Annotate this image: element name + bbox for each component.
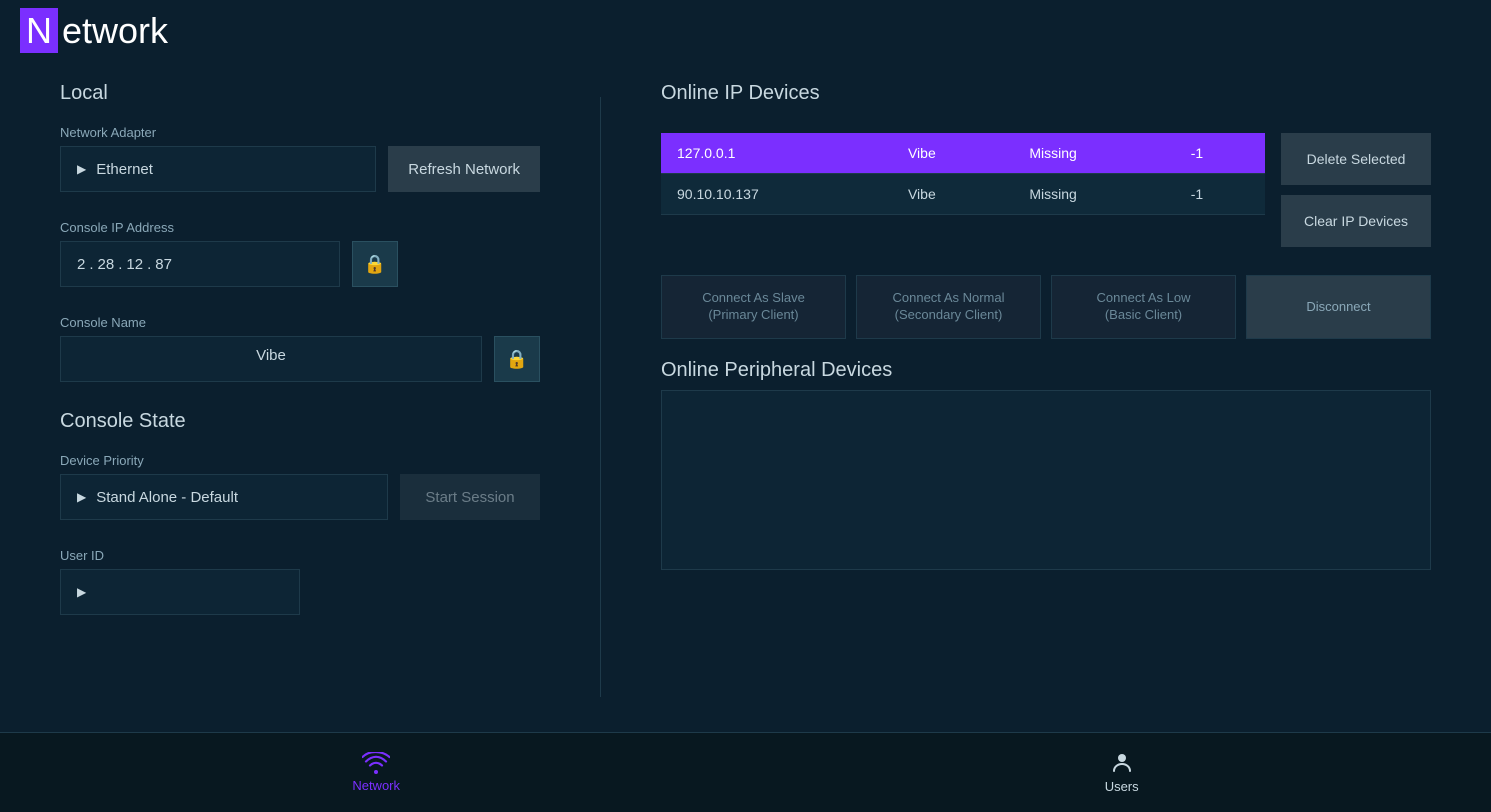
peripheral-title: Online Peripheral Devices (661, 359, 1431, 382)
userid-arrow-icon: ▶ (77, 585, 86, 599)
device-priority-row: ▶ Stand Alone - Default Start Session (60, 474, 540, 520)
value-cell: -1 (1175, 133, 1265, 174)
value-cell: -1 (1175, 174, 1265, 215)
device-priority-label: Device Priority (60, 453, 540, 468)
dropdown-arrow-icon: ▶ (77, 162, 86, 176)
header: Network (0, 0, 1491, 62)
network-adapter-label: Network Adapter (60, 125, 540, 140)
status-cell: Missing (1013, 133, 1174, 174)
ip-side-buttons: Delete Selected Clear IP Devices (1281, 133, 1431, 247)
ip-seg-3: 12 (126, 256, 143, 273)
connect-normal-button[interactable]: Connect As Normal(Secondary Client) (856, 275, 1041, 339)
console-name-section: Console Name Vibe 🔒 (60, 315, 540, 382)
network-adapter-section: Network Adapter ▶ Ethernet Refresh Netwo… (60, 125, 540, 202)
network-adapter-value: Ethernet (96, 161, 153, 178)
device-priority-dropdown[interactable]: ▶ Stand Alone - Default (60, 474, 388, 520)
user-icon (1110, 751, 1134, 775)
panel-divider (600, 97, 601, 697)
status-cell: Missing (1013, 174, 1174, 215)
nav-item-network[interactable]: Network (312, 744, 440, 801)
main-content: Local Network Adapter ▶ Ethernet Refresh… (0, 62, 1491, 732)
page-title: Network (20, 10, 168, 52)
ip-seg-4: 87 (155, 256, 172, 273)
wifi-icon (362, 752, 390, 774)
disconnect-button[interactable]: Disconnect (1246, 275, 1431, 339)
ip-seg-1: 2 (77, 256, 85, 273)
ip-devices-table: 127.0.0.1 Vibe Missing -1 90.10.10.137 V… (661, 133, 1265, 215)
start-session-button[interactable]: Start Session (400, 474, 540, 520)
name-cell: Vibe (892, 133, 1013, 174)
connect-low-button[interactable]: Connect As Low(Basic Client) (1051, 275, 1236, 339)
name-lock-button[interactable]: 🔒 (494, 336, 540, 382)
console-ip-label: Console IP Address (60, 220, 540, 235)
online-ip-section: 127.0.0.1 Vibe Missing -1 90.10.10.137 V… (661, 133, 1431, 247)
connection-buttons: Connect As Slave(Primary Client) Connect… (661, 275, 1431, 339)
clear-ip-button[interactable]: Clear IP Devices (1281, 195, 1431, 247)
console-name-row: Vibe 🔒 (60, 336, 540, 382)
ip-cell: 127.0.0.1 (661, 133, 892, 174)
peripheral-devices-box (661, 390, 1431, 570)
name-cell: Vibe (892, 174, 1013, 215)
delete-selected-button[interactable]: Delete Selected (1281, 133, 1431, 185)
console-name-label: Console Name (60, 315, 540, 330)
console-name-input[interactable]: Vibe (60, 336, 482, 382)
network-adapter-dropdown[interactable]: ▶ Ethernet (60, 146, 376, 192)
console-state-title: Console State (60, 410, 540, 433)
users-nav-label: Users (1105, 779, 1139, 794)
table-row[interactable]: 127.0.0.1 Vibe Missing -1 (661, 133, 1265, 174)
user-id-section: User ID ▶ (60, 548, 540, 615)
ip-lock-button[interactable]: 🔒 (352, 241, 398, 287)
user-id-dropdown[interactable]: ▶ (60, 569, 300, 615)
bottom-nav: Network Users (0, 732, 1491, 812)
right-panel: Online IP Devices 127.0.0.1 Vibe Missing… (661, 82, 1431, 712)
network-nav-label: Network (352, 778, 400, 793)
console-ip-section: Console IP Address 2 . 28 . 12 . 87 🔒 (60, 220, 540, 297)
table-row[interactable]: 90.10.10.137 Vibe Missing -1 (661, 174, 1265, 215)
device-priority-value: Stand Alone - Default (96, 489, 238, 506)
ip-cell: 90.10.10.137 (661, 174, 892, 215)
ip-devices-table-container: 127.0.0.1 Vibe Missing -1 90.10.10.137 V… (661, 133, 1265, 247)
nav-item-users[interactable]: Users (1065, 743, 1179, 802)
console-ip-row: 2 . 28 . 12 . 87 🔒 (60, 241, 540, 287)
console-ip-input[interactable]: 2 . 28 . 12 . 87 (60, 241, 340, 287)
local-section-title: Local (60, 82, 540, 105)
title-accent: N (20, 8, 58, 53)
connect-slave-button[interactable]: Connect As Slave(Primary Client) (661, 275, 846, 339)
peripheral-section: Online Peripheral Devices (661, 359, 1431, 712)
user-id-label: User ID (60, 548, 540, 563)
refresh-network-button[interactable]: Refresh Network (388, 146, 540, 192)
network-adapter-row: ▶ Ethernet Refresh Network (60, 146, 540, 192)
online-ip-title: Online IP Devices (661, 82, 1431, 105)
device-priority-section: Device Priority ▶ Stand Alone - Default … (60, 453, 540, 530)
left-panel: Local Network Adapter ▶ Ethernet Refresh… (60, 82, 540, 712)
ip-seg-2: 28 (98, 256, 115, 273)
priority-arrow-icon: ▶ (77, 490, 86, 504)
